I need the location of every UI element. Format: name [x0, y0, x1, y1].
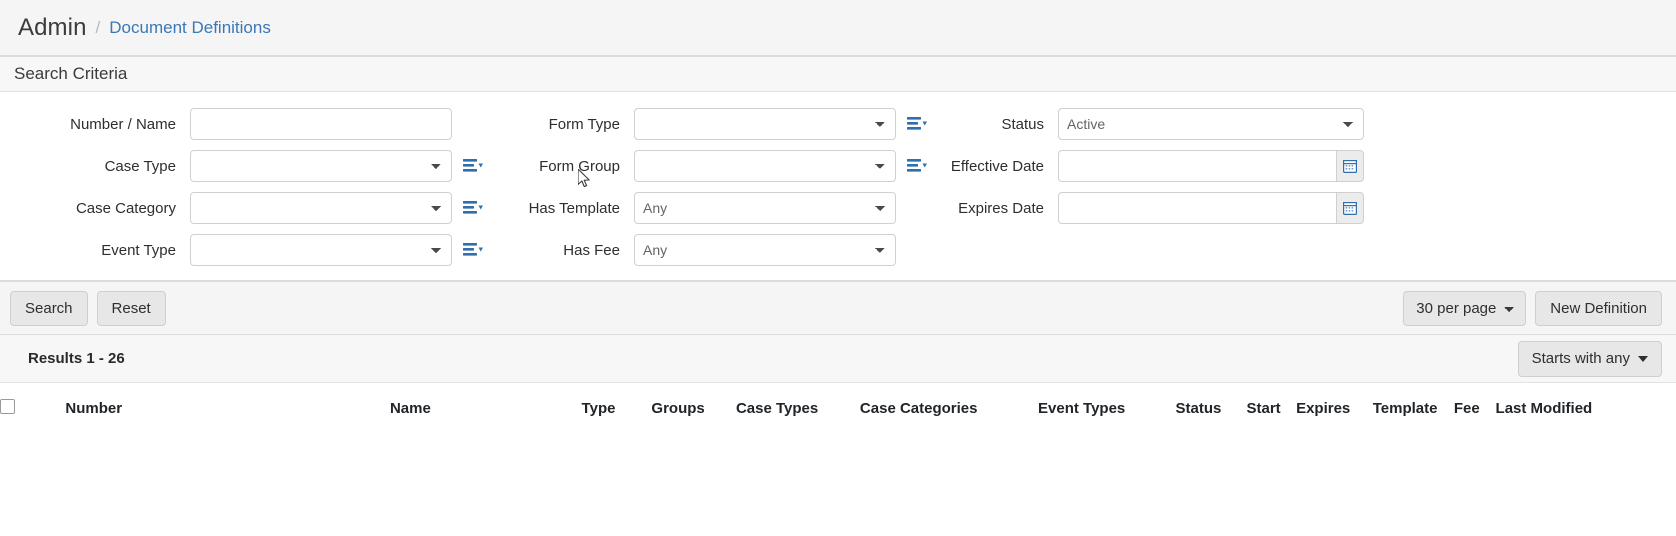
select-all-checkbox-icon[interactable] [0, 399, 15, 414]
label-case-type: Case Type [104, 157, 176, 175]
column-header-expires[interactable]: Expires [1296, 383, 1373, 432]
new-definition-button[interactable]: New Definition [1535, 290, 1662, 326]
number-name-input[interactable] [190, 108, 452, 140]
search-criteria-panel: Search Criteria Number / Name Form Type [0, 56, 1676, 281]
field-effective-date [1058, 150, 1364, 182]
column-header-groups[interactable]: Groups [651, 383, 736, 432]
reset-button[interactable]: Reset [96, 290, 166, 326]
field-form-group [634, 150, 896, 182]
form-type-select[interactable] [634, 108, 896, 140]
label-effective-date: Effective Date [950, 157, 1044, 175]
breadcrumb-root: Admin [18, 13, 87, 41]
breadcrumb-separator: / [95, 17, 101, 37]
column-header-name[interactable]: Name [390, 383, 582, 432]
label-form-type: Form Type [548, 115, 620, 133]
column-header-fee[interactable]: Fee [1454, 383, 1496, 432]
column-header-event-types[interactable]: Event Types [1038, 383, 1176, 432]
field-form-type [634, 108, 896, 140]
case-type-list-dropdown-icon[interactable] [460, 153, 486, 179]
column-header-case-categories[interactable]: Case Categories [860, 383, 1038, 432]
has-fee-select[interactable]: Any [634, 234, 896, 266]
field-number-name [190, 108, 452, 140]
column-header-type[interactable]: Type [582, 383, 652, 432]
field-has-template: Any [634, 192, 896, 224]
select-all-header [0, 383, 65, 432]
results-table: Number Name Type Groups Case Types Case … [0, 383, 1676, 432]
results-bar: Results 1 - 26 Starts with any [0, 335, 1676, 383]
status-select[interactable]: Active [1058, 108, 1364, 140]
case-type-select[interactable] [190, 150, 452, 182]
column-header-last-modified[interactable]: Last Modified [1496, 383, 1676, 432]
label-expires-date: Expires Date [958, 199, 1044, 217]
breadcrumb: Admin / Document Definitions [0, 0, 1676, 56]
search-button[interactable]: Search [10, 290, 88, 326]
label-status: Status [1001, 115, 1044, 133]
field-event-type [190, 234, 452, 266]
results-count-label: Results 1 - 26 [28, 350, 125, 367]
column-header-number[interactable]: Number [65, 383, 390, 432]
match-mode-label: Starts with any [1531, 350, 1630, 367]
per-page-select[interactable]: 30 per page [1403, 290, 1527, 326]
column-header-status[interactable]: Status [1176, 383, 1247, 432]
label-case-category: Case Category [75, 199, 176, 217]
search-action-bar: Search Reset 30 per page New Definition [0, 281, 1676, 335]
results-header-row: Number Name Type Groups Case Types Case … [0, 383, 1676, 432]
field-case-category [190, 192, 452, 224]
field-status: Active [1058, 108, 1364, 140]
label-has-fee: Has Fee [563, 241, 620, 259]
form-group-list-dropdown-icon[interactable] [904, 153, 930, 179]
breadcrumb-link-document-definitions[interactable]: Document Definitions [109, 18, 271, 38]
form-type-list-dropdown-icon[interactable] [904, 111, 930, 137]
effective-date-calendar-icon[interactable] [1336, 150, 1364, 182]
column-header-start[interactable]: Start [1247, 383, 1297, 432]
label-form-group: Form Group [539, 157, 620, 175]
effective-date-input[interactable] [1058, 150, 1337, 182]
field-expires-date [1058, 192, 1364, 224]
field-has-fee: Any [634, 234, 896, 266]
case-category-list-dropdown-icon[interactable] [460, 195, 486, 221]
event-type-list-dropdown-icon[interactable] [460, 237, 486, 263]
caret-down-icon [1638, 355, 1648, 362]
label-number-name: Number / Name [70, 115, 176, 133]
expires-date-input[interactable] [1058, 192, 1337, 224]
column-header-template[interactable]: Template [1373, 383, 1454, 432]
column-header-case-types[interactable]: Case Types [736, 383, 860, 432]
label-event-type: Event Type [101, 241, 176, 259]
label-has-template: Has Template [528, 199, 620, 217]
effective-date-group [1058, 150, 1364, 182]
expires-date-calendar-icon[interactable] [1336, 192, 1364, 224]
match-mode-dropdown[interactable]: Starts with any [1517, 340, 1662, 377]
expires-date-group [1058, 192, 1364, 224]
search-criteria-body: Number / Name Form Type Status Active Ca… [0, 92, 1676, 280]
form-group-select[interactable] [634, 150, 896, 182]
search-criteria-title: Search Criteria [0, 57, 1676, 92]
results-table-head: Number Name Type Groups Case Types Case … [0, 383, 1676, 432]
has-template-select[interactable]: Any [634, 192, 896, 224]
field-case-type [190, 150, 452, 182]
event-type-select[interactable] [190, 234, 452, 266]
case-category-select[interactable] [190, 192, 452, 224]
search-form-grid: Number / Name Form Type Status Active Ca… [0, 108, 1676, 266]
